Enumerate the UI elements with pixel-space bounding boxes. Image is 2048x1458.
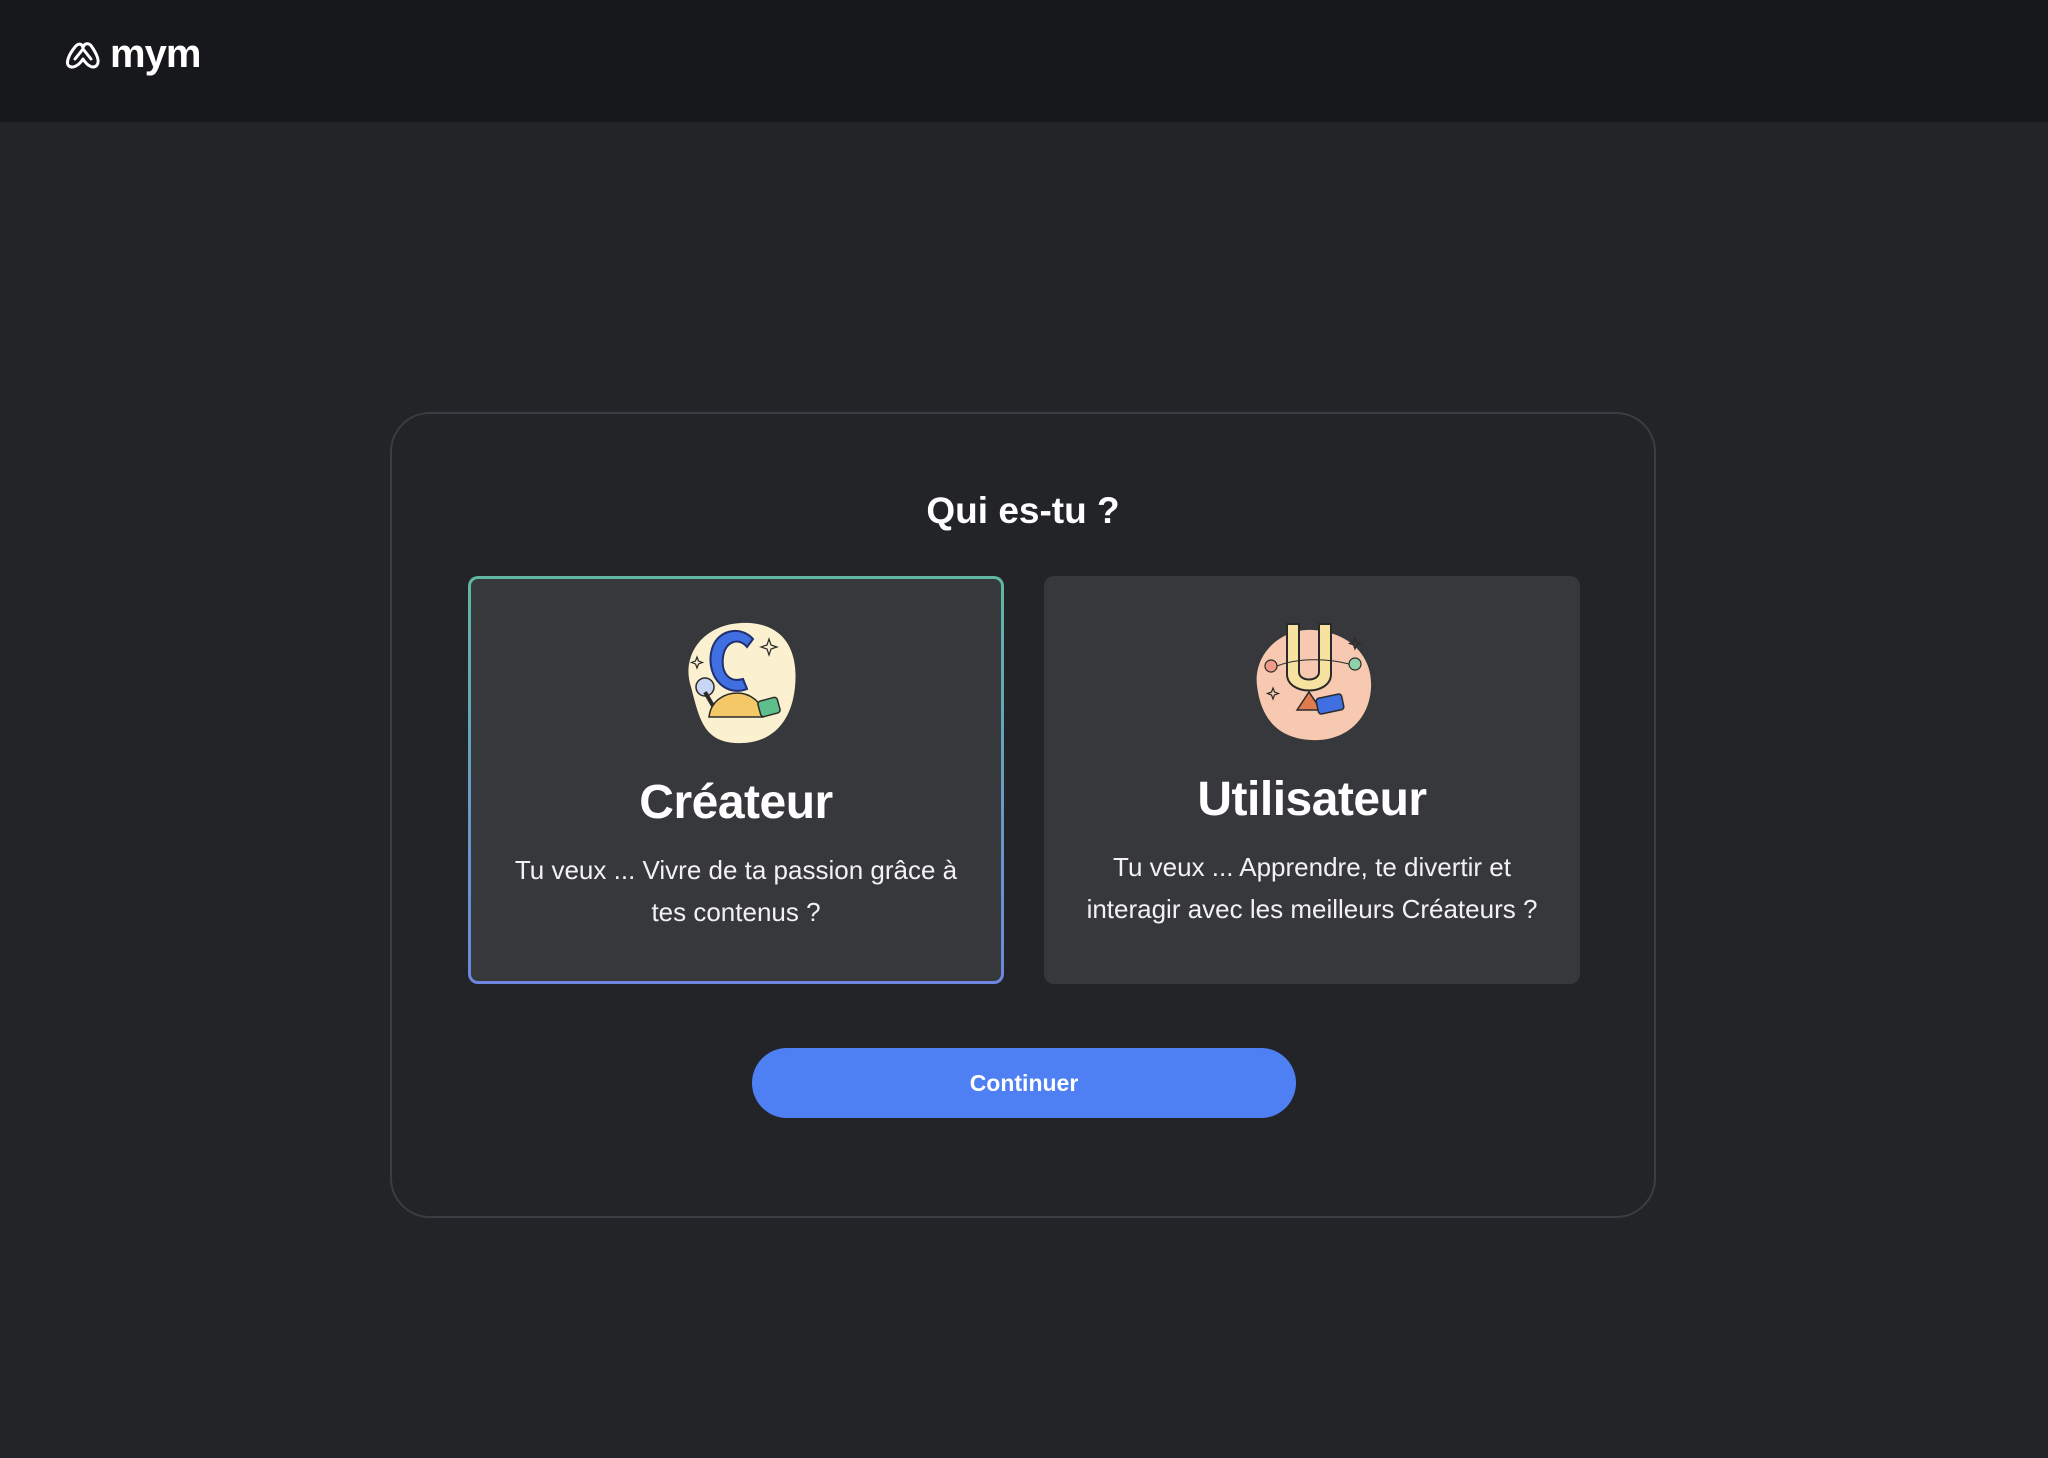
creator-option-title: Créateur	[639, 776, 833, 829]
panel-title: Qui es-tu ?	[926, 490, 1120, 531]
user-option-title: Utilisateur	[1197, 773, 1427, 826]
user-option-card[interactable]: Utilisateur Tu veux ... Apprendre, te di…	[1044, 576, 1580, 984]
user-illustration-icon	[1256, 623, 1372, 741]
brand-name: mym	[110, 32, 201, 76]
user-option-description: Tu veux ... Apprendre, te divertir et in…	[1086, 852, 1538, 924]
top-bar: mym	[0, 0, 2048, 122]
mym-logo-icon	[66, 42, 100, 69]
brand-logo[interactable]: mym	[64, 32, 201, 76]
creator-option-description: Tu veux ... Vivre de ta passion grâce à …	[514, 855, 958, 927]
role-selection-panel: Qui es-tu ? Créateur Tu veux ... Vivre d…	[390, 412, 1656, 1218]
continue-button[interactable]: Continuer	[752, 1048, 1296, 1118]
creator-option-card[interactable]: Créateur Tu veux ... Vivre de ta passion…	[468, 576, 1004, 984]
creator-illustration-icon	[688, 622, 796, 744]
